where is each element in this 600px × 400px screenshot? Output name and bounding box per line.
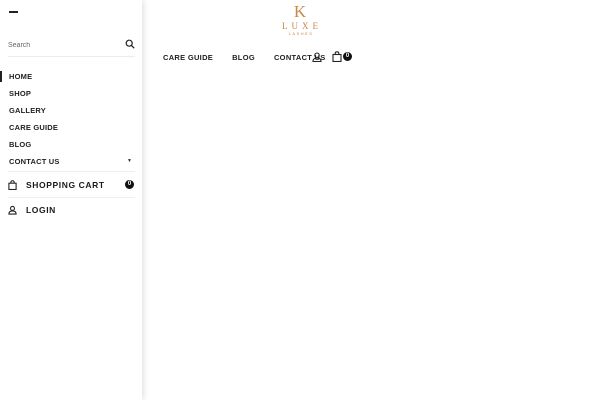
login-link[interactable]: LOGIN xyxy=(8,202,135,218)
cart-count-badge: 0 xyxy=(125,180,134,189)
shopping-cart-link[interactable]: SHOPPING CART 0 xyxy=(8,177,135,193)
user-icon xyxy=(8,205,17,215)
mobile-menu-drawer: HOME SHOP GALLERY CARE GUIDE BLOG CONTAC… xyxy=(0,0,142,400)
menu-item-home[interactable]: HOME xyxy=(0,68,142,85)
search-icon[interactable] xyxy=(125,39,135,49)
menu-item-contact-us[interactable]: CONTACT US ▼ xyxy=(0,153,142,170)
menu-item-contact-us-label: CONTACT US xyxy=(9,157,60,166)
shopping-bag-icon xyxy=(8,180,17,190)
divider xyxy=(8,171,135,172)
login-label: LOGIN xyxy=(26,205,56,215)
nav-link-blog[interactable]: BLOG xyxy=(232,53,255,62)
logo-tagline: LASHES xyxy=(288,31,314,36)
close-icon xyxy=(9,11,18,13)
logo-word: LUXE xyxy=(282,21,322,31)
shopping-cart-label: SHOPPING CART xyxy=(26,180,105,190)
user-icon[interactable] xyxy=(312,52,322,62)
nav-link-care-guide[interactable]: CARE GUIDE xyxy=(163,53,213,62)
menu-item-care-guide[interactable]: CARE GUIDE xyxy=(0,119,142,136)
shopping-bag-icon[interactable] xyxy=(332,51,342,62)
site-logo[interactable]: K LUXE LASHES xyxy=(268,3,332,39)
header-cart-count-badge: 0 xyxy=(343,52,352,61)
drawer-menu: HOME SHOP GALLERY CARE GUIDE BLOG CONTAC… xyxy=(0,68,142,170)
search-input[interactable] xyxy=(8,38,118,52)
menu-item-blog[interactable]: BLOG xyxy=(0,136,142,153)
logo-monogram: K xyxy=(293,2,307,21)
search-form xyxy=(8,36,135,57)
chevron-down-icon[interactable]: ▼ xyxy=(127,153,132,170)
divider xyxy=(8,197,135,198)
menu-item-gallery[interactable]: GALLERY xyxy=(0,102,142,119)
menu-item-shop[interactable]: SHOP xyxy=(0,85,142,102)
close-menu-button[interactable] xyxy=(9,8,19,16)
